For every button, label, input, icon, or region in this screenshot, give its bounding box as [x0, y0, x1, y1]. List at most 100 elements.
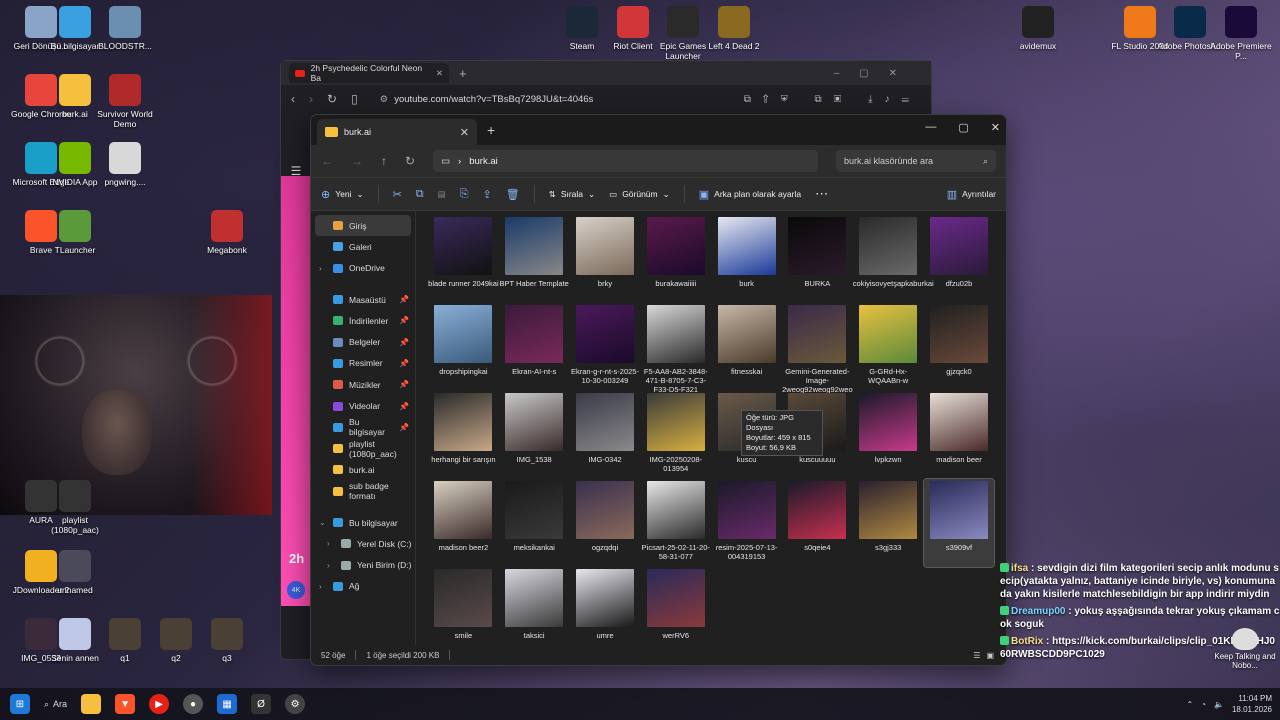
new-tab-icon[interactable]: + [459, 66, 467, 81]
reload-icon[interactable]: ↻ [327, 92, 337, 106]
nav-item[interactable]: Bu bilgisayar 📌 [311, 417, 415, 438]
file-item[interactable]: lvpkzwn [853, 391, 924, 479]
chat-username[interactable]: ifsa [1011, 563, 1028, 574]
file-item[interactable]: madison beer [924, 391, 995, 479]
browser-tab[interactable]: 2h Psychedelic Colorful Neon Ba ✕ [289, 63, 449, 83]
rename-icon[interactable]: ⎘ [460, 188, 469, 201]
youtube-icon[interactable]: ▶ [149, 694, 170, 714]
file-item[interactable]: BPT Haber Template [499, 215, 570, 303]
file-item[interactable]: Picsart-25-02-11-20-58-31-077 [640, 479, 711, 567]
file-item[interactable]: fitnesskai [711, 303, 782, 391]
back-icon[interactable]: ← [321, 154, 333, 168]
view-toggle-icons[interactable]: ☰▣ [973, 651, 1000, 660]
more-icon[interactable]: ⋯ [815, 186, 828, 202]
menu-icon[interactable]: ☰ [281, 161, 311, 181]
clock[interactable]: 11:04 PM 18.01.2026 [1232, 693, 1272, 715]
nav-item[interactable]: › Ağ [311, 576, 415, 597]
nav-item[interactable]: ⌄ Bu bilgisayar [311, 512, 415, 533]
file-item[interactable]: ogzqdqi [570, 479, 641, 567]
file-item[interactable]: werRV6 [640, 567, 711, 655]
chevron-down-icon[interactable]: ⌄ [319, 518, 326, 527]
file-item[interactable]: dropshipingkai [428, 303, 499, 391]
file-item[interactable]: gjzqck0 [924, 303, 995, 391]
sort-button[interactable]: ⇅ Sırala ⌄ [549, 189, 595, 200]
chevron-right-icon[interactable]: › [327, 539, 330, 548]
desktop-icon[interactable]: TLauncher [42, 210, 108, 255]
file-item[interactable]: dfzu02b [924, 215, 995, 303]
details-button[interactable]: ▥ Ayrıntılar [947, 188, 996, 201]
forward-icon[interactable]: › [309, 92, 313, 106]
file-item[interactable]: s0qeie4 [782, 479, 853, 567]
steam-icon[interactable]: ⚙ [285, 694, 306, 714]
back-icon[interactable]: ‹ [291, 92, 295, 106]
file-item[interactable]: IMG_1538 [499, 391, 570, 479]
file-item[interactable]: meksikankai [499, 479, 570, 567]
minimize-button[interactable]: — [925, 121, 936, 133]
file-item[interactable]: Gemini-Generated-Image-2weog92weog92weo [782, 303, 853, 394]
tray-chevron-icon[interactable]: ⌃ [1186, 700, 1193, 709]
nav-item[interactable]: burk.ai [311, 459, 415, 480]
forward-icon[interactable]: → [351, 154, 363, 168]
delete-icon[interactable]: 🗑 [506, 188, 520, 201]
address-bar[interactable]: ▭ › burk.ai [433, 150, 819, 172]
file-explorer-window[interactable]: burk.ai ✕ + — ▢ ✕ ← → ↑ ↻ ▭ › burk.ai bu… [310, 114, 1007, 666]
file-item[interactable]: brky [570, 215, 641, 303]
chevron-right-icon[interactable]: › [319, 264, 322, 273]
nav-item[interactable]: sub badge formatı [311, 481, 415, 502]
file-item[interactable]: s3909vf [922, 478, 996, 568]
file-item[interactable]: resim-2025-07-13-004319153 [711, 479, 782, 567]
desktop-icon[interactable]: BLOODSTR... [92, 6, 158, 51]
file-item[interactable]: BURKA [782, 215, 853, 303]
file-item[interactable]: burk [711, 215, 782, 303]
desktop-icon[interactable]: Adobe Premiere P... [1208, 6, 1274, 61]
desktop-icon[interactable]: Megabonk [194, 210, 260, 255]
file-item[interactable]: umre [570, 567, 641, 655]
file-item[interactable]: madison beer2 [428, 479, 499, 567]
chevron-right-icon[interactable]: › [327, 561, 330, 570]
up-icon[interactable]: ↑ [381, 154, 387, 168]
file-item[interactable]: G-GRd-Hx-WQAABn-w [853, 303, 924, 391]
share-icon[interactable]: ⇪ [483, 188, 492, 201]
file-item[interactable]: cokiyisovyetşapkaburkai [853, 215, 934, 303]
desktop-icon[interactable]: pngwing.... [92, 142, 158, 187]
close-icon[interactable]: ✕ [436, 68, 443, 79]
address-bar[interactable]: ⚙ youtube.com/watch?v=TBsBq7298JU&t=4046… [372, 89, 730, 109]
app-icon[interactable]: Ø [251, 694, 272, 714]
app-icon[interactable]: ● [183, 694, 204, 714]
desktop-icon[interactable]: q3 [194, 618, 260, 663]
explorer-tab[interactable]: burk.ai ✕ [317, 119, 477, 145]
file-item[interactable]: burakawaiiiii [640, 215, 711, 303]
file-explorer-icon[interactable] [81, 694, 102, 714]
maximize-button[interactable]: ▢ [958, 121, 968, 134]
file-item[interactable]: IMG-0342 [570, 391, 641, 479]
photos-icon[interactable]: ▦ [217, 694, 238, 714]
nav-item[interactable]: Giriş [315, 215, 411, 237]
nav-item[interactable]: İndirilenler 📌 [311, 310, 415, 331]
taskbar-search[interactable]: ⌕ Ara [44, 699, 67, 710]
set-background-button[interactable]: ▣ Arka plan olarak ayarla [699, 188, 801, 201]
new-tab-icon[interactable]: + [487, 122, 495, 138]
file-item[interactable]: taksici [499, 567, 570, 655]
close-button[interactable]: ✕ [991, 121, 1000, 134]
desktop-icon[interactable]: playlist (1080p_aac) [42, 480, 108, 535]
extensions-icon[interactable]: ⧉⇪⛨ ⧉▣ ⤓♪☰ [744, 94, 921, 105]
cut-icon[interactable]: ✂ [393, 188, 402, 201]
chevron-right-icon[interactable]: › [319, 582, 322, 591]
file-item[interactable]: smile [428, 567, 499, 655]
view-button[interactable]: ▭ Görünüm ⌄ [609, 189, 670, 200]
refresh-icon[interactable]: ↻ [405, 154, 415, 168]
paste-icon[interactable]: ▤ [438, 189, 446, 200]
volume-icon[interactable]: 🔈 [1214, 700, 1224, 709]
nav-item[interactable]: › Yeni Birim (D:) [311, 554, 415, 575]
nav-item[interactable]: Videolar 📌 [311, 395, 415, 416]
nav-item[interactable]: › Yerel Disk (C:) [311, 533, 415, 554]
file-item[interactable]: blade runner 2049kai [428, 215, 499, 303]
chat-username[interactable]: Dreamup00 [1011, 606, 1065, 617]
window-controls[interactable]: –▢✕ [834, 68, 917, 79]
nav-item[interactable]: Masaüstü 📌 [311, 289, 415, 310]
nav-item[interactable]: Müzikler 📌 [311, 374, 415, 395]
site-info-icon[interactable]: ⚙ [380, 94, 389, 105]
file-item[interactable]: IMG-20250208-013954 [640, 391, 711, 479]
file-item[interactable]: Ekran-g-r-nt-s-2025-10-30-003249 [570, 303, 641, 391]
file-item[interactable]: s3gj333 [853, 479, 924, 567]
